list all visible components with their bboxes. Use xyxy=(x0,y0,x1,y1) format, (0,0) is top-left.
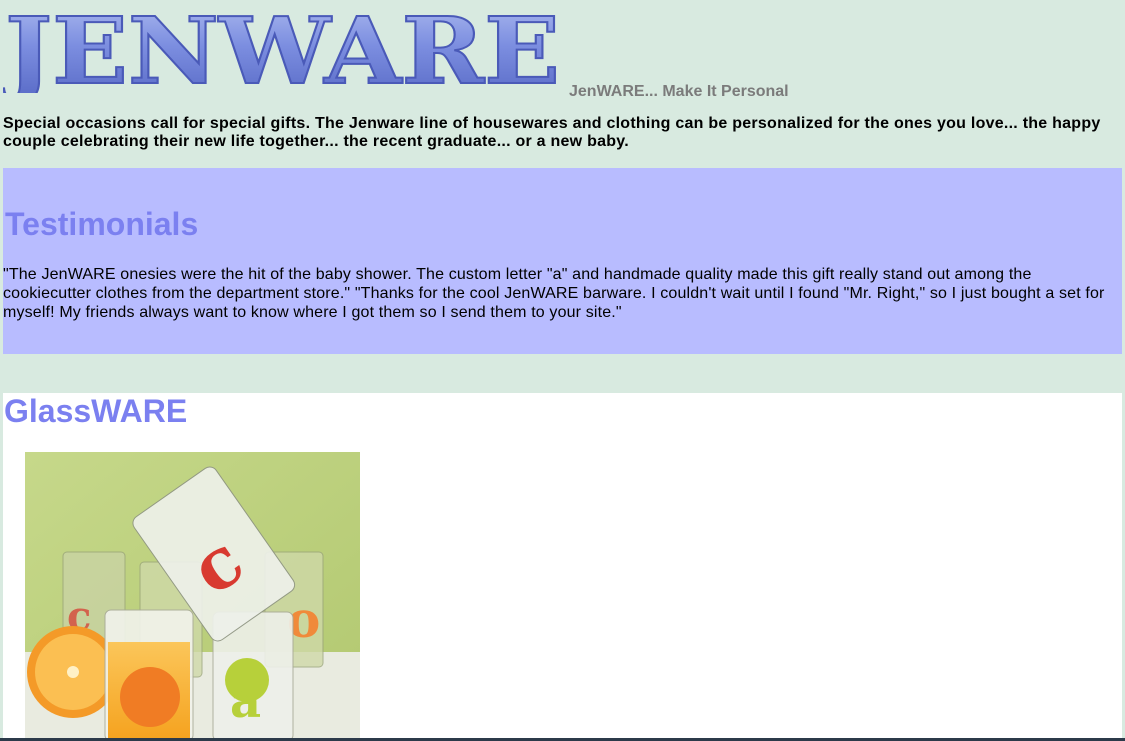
glass-letter-a: a xyxy=(230,673,261,729)
intro-paragraph: Special occasions call for special gifts… xyxy=(3,115,1101,150)
jenware-logo: JENWARE xyxy=(3,3,561,93)
testimonials-heading: Testimonials xyxy=(5,206,199,242)
testimonials-text: "The JenWARE onesies were the hit of the… xyxy=(3,266,1105,321)
site-header: JENWARE JenWARE... Make It Personal xyxy=(3,3,1123,103)
glassware-photo: o c a c xyxy=(25,452,360,741)
glassware-heading: GlassWARE xyxy=(4,393,188,429)
testimonials-section: Testimonials "The JenWARE onesies were t… xyxy=(3,168,1122,354)
glassware-section: GlassWARE o c a c xyxy=(3,393,1122,741)
logo-text: JENWARE xyxy=(3,3,560,93)
tagline: JenWARE... Make It Personal xyxy=(569,83,789,100)
